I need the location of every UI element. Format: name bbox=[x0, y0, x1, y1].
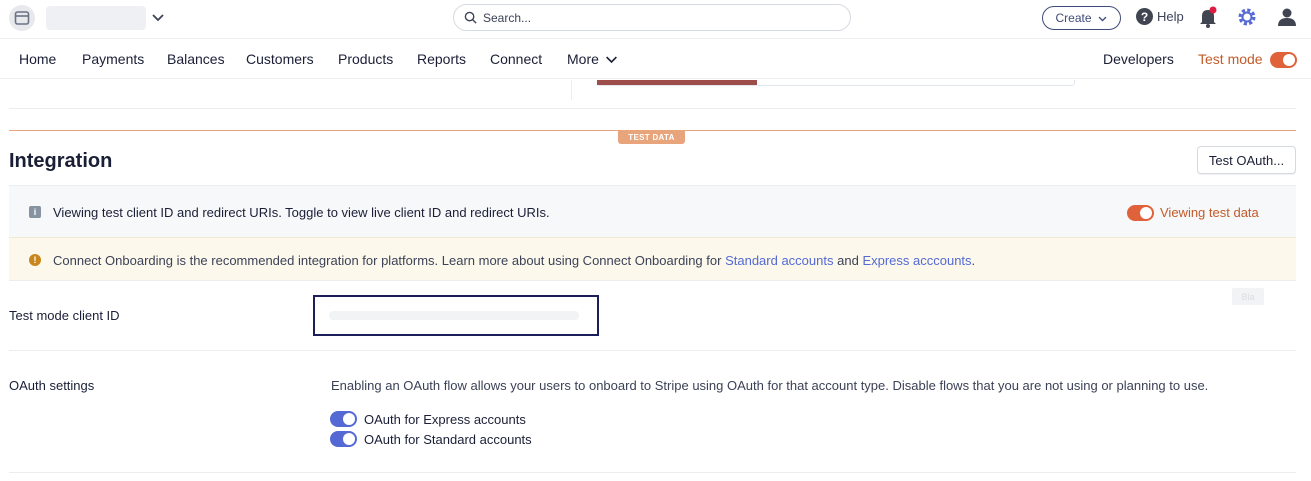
search-placeholder: Search... bbox=[483, 10, 532, 25]
create-label: Create bbox=[1055, 11, 1092, 25]
test-mode-label: Test mode bbox=[1198, 51, 1263, 67]
oauth-express-label: OAuth for Express accounts bbox=[364, 411, 526, 427]
warning-text: Connect Onboarding is the recommended in… bbox=[53, 253, 975, 268]
developers-link[interactable]: Developers bbox=[1103, 51, 1174, 67]
viewing-test-data-toggle[interactable] bbox=[1127, 205, 1154, 221]
oauth-description: Enabling an OAuth flow allows your users… bbox=[331, 378, 1209, 393]
client-id-label: Test mode client ID bbox=[9, 308, 120, 323]
divider bbox=[9, 472, 1296, 473]
warning-banner: ! Connect Onboarding is the recommended … bbox=[9, 237, 1296, 281]
standard-accounts-link[interactable]: Standard accounts bbox=[725, 253, 833, 268]
divider bbox=[9, 108, 1296, 109]
client-id-field[interactable] bbox=[313, 295, 599, 336]
warning-suffix: . bbox=[971, 253, 976, 268]
copy-button[interactable]: Bla bbox=[1232, 288, 1264, 305]
divider bbox=[9, 350, 1296, 351]
search-icon bbox=[464, 11, 477, 24]
oauth-settings-label: OAuth settings bbox=[9, 378, 95, 393]
bell-icon[interactable] bbox=[1198, 6, 1218, 28]
test-data-badge: TEST DATA bbox=[618, 131, 685, 144]
main-nav: Home Payments Balances Customers Product… bbox=[0, 38, 1311, 79]
top-bar: Search... Create ? Help bbox=[0, 0, 1311, 38]
toggle-knob bbox=[343, 413, 355, 425]
oauth-express-toggle[interactable] bbox=[330, 411, 357, 427]
oauth-standard-row: OAuth for Standard accounts bbox=[330, 431, 532, 447]
section-title: Integration bbox=[9, 150, 113, 172]
nav-more[interactable]: More bbox=[567, 51, 618, 67]
info-icon: i bbox=[29, 206, 41, 218]
nav-payments[interactable]: Payments bbox=[82, 51, 144, 67]
user-icon[interactable] bbox=[1276, 6, 1298, 28]
chevron-down-icon bbox=[605, 55, 617, 63]
search-input[interactable]: Search... bbox=[453, 4, 851, 31]
toggle-knob bbox=[1283, 54, 1295, 66]
scrolled-progress-bar bbox=[597, 80, 757, 85]
info-banner-text: Viewing test client ID and redirect URIs… bbox=[53, 205, 550, 220]
viewing-test-data-label: Viewing test data bbox=[1160, 205, 1259, 220]
help-icon: ? bbox=[1136, 8, 1153, 25]
express-accounts-link[interactable]: Express acccounts bbox=[862, 253, 971, 268]
toggle-knob bbox=[1140, 207, 1152, 219]
nav-balances[interactable]: Balances bbox=[167, 51, 225, 67]
account-name-redacted[interactable] bbox=[46, 6, 146, 30]
nav-home[interactable]: Home bbox=[19, 51, 56, 67]
oauth-standard-label: OAuth for Standard accounts bbox=[364, 431, 532, 447]
toggle-knob bbox=[343, 433, 355, 445]
gear-icon[interactable] bbox=[1236, 6, 1258, 28]
warning-and: and bbox=[837, 253, 859, 268]
help-label: Help bbox=[1157, 9, 1184, 24]
chevron-down-icon bbox=[1098, 16, 1106, 22]
test-mode-toggle[interactable] bbox=[1270, 52, 1297, 68]
info-banner: i Viewing test client ID and redirect UR… bbox=[9, 185, 1296, 237]
nav-products[interactable]: Products bbox=[338, 51, 393, 67]
help-button[interactable]: ? Help bbox=[1136, 8, 1184, 25]
nav-reports[interactable]: Reports bbox=[417, 51, 466, 67]
nav-customers[interactable]: Customers bbox=[246, 51, 314, 67]
test-oauth-button[interactable]: Test OAuth... bbox=[1197, 146, 1296, 174]
oauth-standard-toggle[interactable] bbox=[330, 431, 357, 447]
account-logo[interactable] bbox=[9, 5, 35, 31]
nav-connect[interactable]: Connect bbox=[490, 51, 542, 67]
divider bbox=[571, 80, 572, 100]
warning-icon: ! bbox=[29, 254, 41, 266]
nav-more-label: More bbox=[567, 51, 599, 67]
chevron-down-icon[interactable] bbox=[150, 9, 166, 25]
oauth-express-row: OAuth for Express accounts bbox=[330, 411, 526, 427]
store-icon bbox=[14, 11, 30, 25]
client-id-redacted bbox=[329, 311, 579, 320]
warning-prefix: Connect Onboarding is the recommended in… bbox=[53, 253, 722, 268]
create-button[interactable]: Create bbox=[1042, 6, 1121, 30]
